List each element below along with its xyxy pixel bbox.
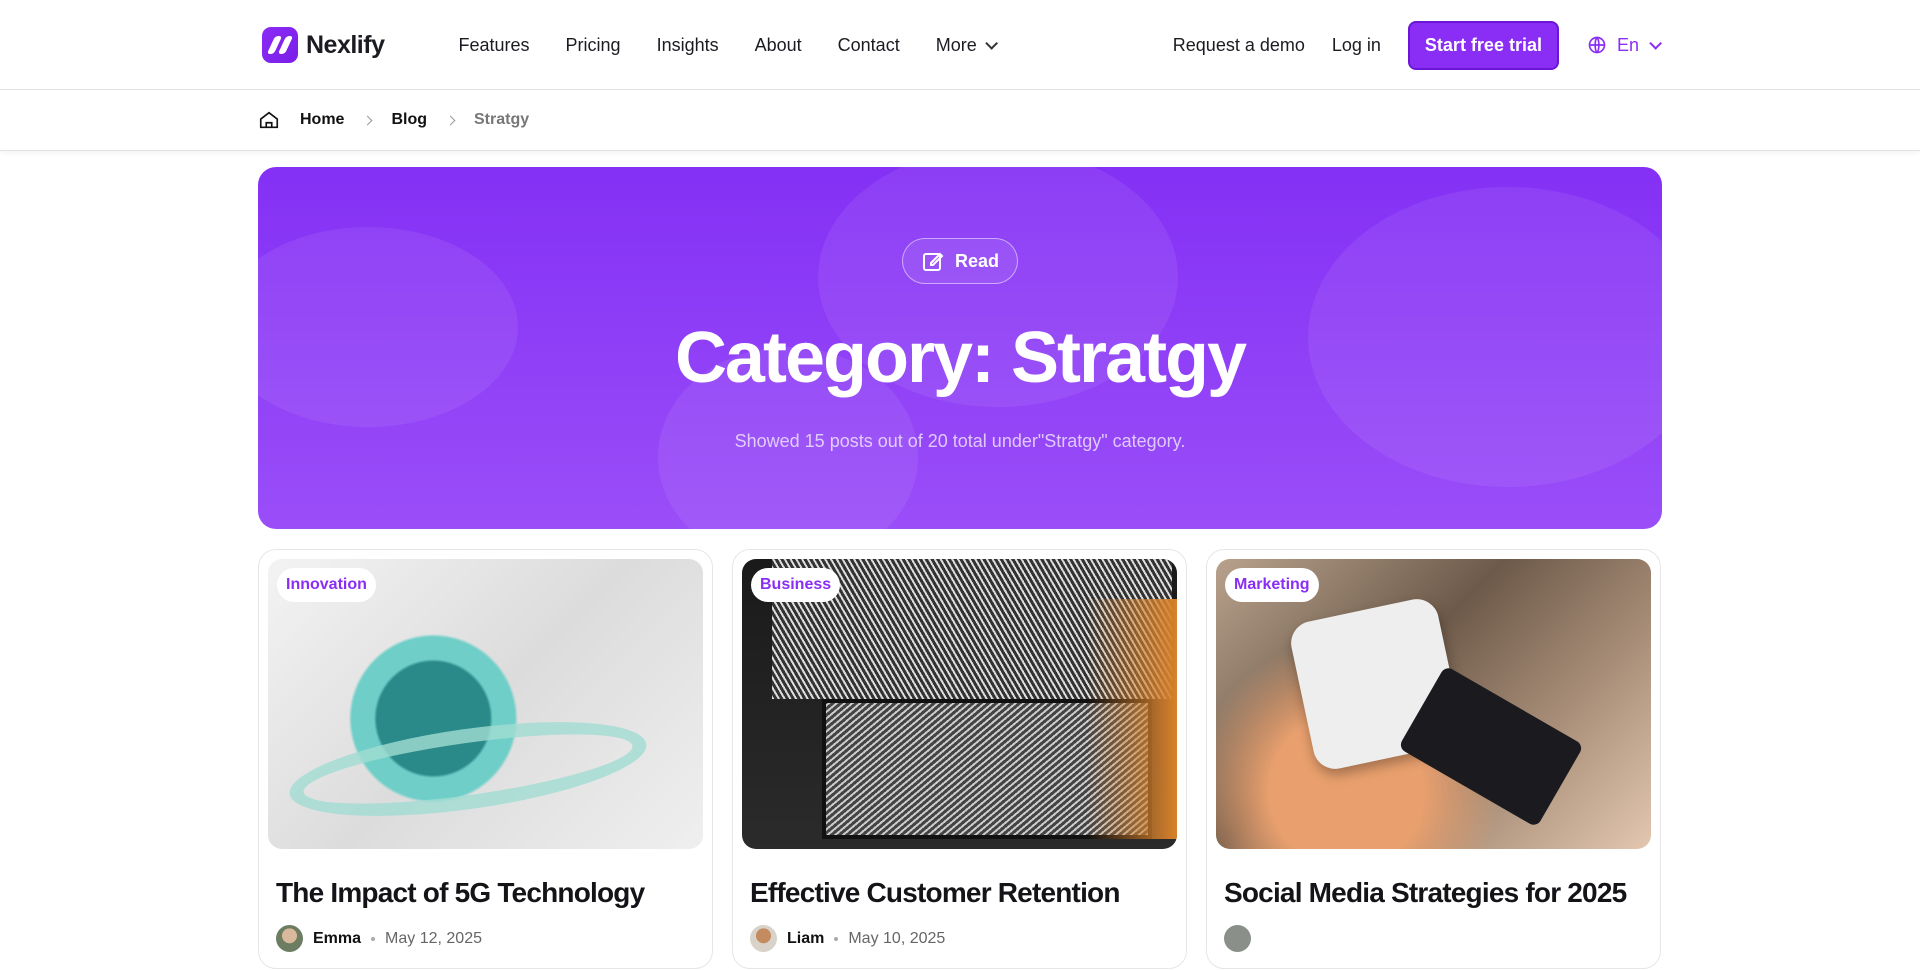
category-tag[interactable]: Marketing (1225, 568, 1319, 602)
breadcrumb-current: Stratgy (474, 111, 530, 128)
breadcrumb: Home Blog Stratgy (0, 90, 1920, 151)
post-meta: Emma May 12, 2025 (276, 925, 695, 952)
dot-separator (371, 936, 376, 941)
nav-more-label: More (935, 34, 977, 55)
post-title[interactable]: Effective Customer Retention (750, 877, 1169, 909)
post-image[interactable]: Business (742, 559, 1177, 849)
home-icon[interactable] (258, 109, 280, 131)
breadcrumb-blog[interactable]: Blog (391, 111, 427, 129)
chevron-right-icon (445, 115, 456, 125)
nav-insights[interactable]: Insights (657, 35, 719, 56)
post-author: Liam (787, 929, 825, 947)
avatar (1224, 925, 1251, 952)
read-badge: Read (901, 238, 1019, 284)
post-meta (1224, 925, 1643, 952)
chevron-down-icon (984, 36, 998, 50)
avatar (276, 925, 303, 952)
badge-label: Read (954, 250, 1000, 271)
start-trial-button[interactable]: Start free trial (1407, 20, 1559, 70)
logo-text: Nexlify (306, 30, 385, 59)
chevron-right-icon (363, 115, 373, 125)
dot-separator (834, 936, 839, 941)
globe-icon (1588, 36, 1606, 54)
post-author: Emma (313, 929, 362, 947)
post-title[interactable]: The Impact of 5G Technology (276, 877, 695, 909)
nav-contact[interactable]: Contact (838, 35, 900, 56)
nav-more[interactable]: More (935, 34, 998, 56)
chevron-down-icon (1649, 36, 1662, 50)
nav-pricing[interactable]: Pricing (566, 35, 621, 56)
avatar (750, 925, 777, 952)
language-selector[interactable]: En (1587, 34, 1662, 56)
post-grid: Innovation The Impact of 5G Technology E… (258, 549, 1662, 969)
logo[interactable]: Nexlify (262, 27, 385, 63)
logo-icon (262, 27, 298, 63)
category-tag[interactable]: Innovation (277, 568, 376, 602)
post-date: May 10, 2025 (848, 929, 946, 947)
login-link[interactable]: Log in (1332, 35, 1381, 56)
site-header: Nexlify Features Pricing Insights About … (0, 0, 1920, 90)
edit-icon (922, 252, 944, 271)
post-image[interactable]: Marketing (1216, 559, 1651, 849)
post-date: May 12, 2025 (385, 929, 482, 947)
main-nav: Features Pricing Insights About Contact … (458, 34, 998, 56)
post-title[interactable]: Social Media Strategies for 2025 (1224, 877, 1643, 909)
post-image[interactable]: Innovation (268, 559, 703, 849)
breadcrumb-home[interactable]: Home (300, 111, 344, 129)
language-label: En (1616, 34, 1639, 55)
post-meta: Liam May 10, 2025 (750, 925, 1169, 952)
page-title: Category: Stratgy (674, 318, 1247, 398)
post-card[interactable]: Innovation The Impact of 5G Technology E… (258, 549, 713, 969)
request-demo-link[interactable]: Request a demo (1173, 35, 1305, 56)
post-card[interactable]: Marketing Social Media Strategies for 20… (1206, 549, 1661, 969)
category-hero: Read Category: Stratgy Showed 15 posts o… (258, 167, 1662, 529)
category-tag[interactable]: Business (751, 568, 841, 602)
post-card[interactable]: Business Effective Customer Retention Li… (732, 549, 1187, 969)
nav-features[interactable]: Features (458, 35, 529, 56)
hero-subtitle: Showed 15 posts out of 20 total under"St… (734, 431, 1186, 451)
nav-about[interactable]: About (755, 35, 802, 56)
